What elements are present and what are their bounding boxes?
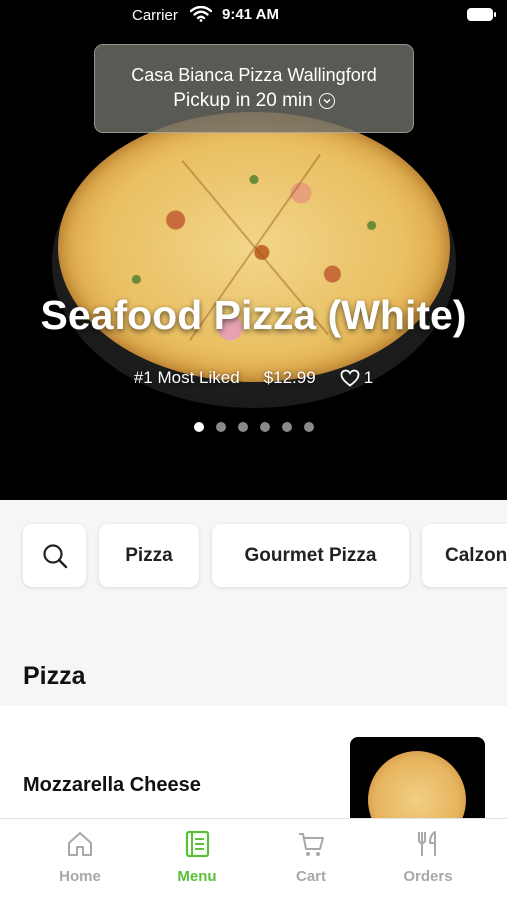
tab-orders[interactable]: Orders xyxy=(378,829,478,899)
search-icon xyxy=(42,543,67,568)
featured-price: $12.99 xyxy=(263,368,316,387)
page-dot[interactable] xyxy=(259,422,270,432)
category-tab-pizza[interactable]: Pizza xyxy=(99,524,199,587)
cart-icon xyxy=(299,833,324,856)
fork-knife-icon xyxy=(418,831,436,856)
featured-pizza-image xyxy=(58,112,450,382)
menu-item[interactable]: Mozzarella Cheese xyxy=(0,706,507,837)
status-bar: Carrier 9:41 AM xyxy=(0,0,507,30)
featured-dish-meta: #1 Most Liked $12.99 1 xyxy=(0,368,507,388)
category-tab-gourmet-pizza[interactable]: Gourmet Pizza xyxy=(212,524,409,587)
search-button[interactable] xyxy=(23,524,86,587)
tab-home[interactable]: Home xyxy=(30,829,130,899)
tab-label: Menu xyxy=(177,868,217,885)
page-dot[interactable] xyxy=(215,422,226,432)
featured-hero[interactable]: Carrier 9:41 AM Casa Bianca Pizza Wallin… xyxy=(0,0,507,500)
pickup-time-row: Pickup in 20 min xyxy=(95,90,413,112)
battery-icon xyxy=(467,8,496,21)
tab-label: Cart xyxy=(295,868,326,885)
home-icon xyxy=(68,832,92,856)
heart-icon xyxy=(340,369,360,387)
like-button[interactable]: 1 xyxy=(340,368,373,388)
bottom-tab-bar: Home Menu Cart Orders xyxy=(0,818,507,900)
tab-menu[interactable]: Menu xyxy=(147,829,247,899)
popularity-badge: #1 Most Liked xyxy=(133,368,240,387)
page-dot[interactable] xyxy=(237,422,248,432)
wifi-icon xyxy=(190,6,212,22)
featured-dish-title: Seafood Pizza (White) xyxy=(40,292,467,338)
category-bar[interactable]: Pizza Gourmet Pizza Calzon xyxy=(0,500,507,610)
menu-item-name: Mozzarella Cheese xyxy=(23,774,201,796)
tab-label: Orders xyxy=(403,868,453,885)
section-title: Pizza xyxy=(23,662,86,690)
clock: 9:41 AM xyxy=(222,6,279,23)
pickup-time: Pickup in 20 min xyxy=(173,90,313,111)
page-dot[interactable] xyxy=(281,422,292,432)
page-dot[interactable] xyxy=(303,422,314,432)
page-dot[interactable] xyxy=(193,422,204,432)
store-name: Casa Bianca Pizza Wallingford xyxy=(131,65,377,85)
tab-label: Home xyxy=(59,868,101,885)
carousel-page-indicator[interactable] xyxy=(0,422,507,432)
carrier-label: Carrier xyxy=(132,7,178,24)
tab-cart[interactable]: Cart xyxy=(261,829,361,899)
like-count: 1 xyxy=(363,368,374,387)
menu-book-icon xyxy=(185,830,210,858)
store-selector[interactable]: Casa Bianca Pizza Wallingford Pickup in … xyxy=(94,44,414,133)
chevron-down-icon xyxy=(318,93,335,109)
category-tab-calzone[interactable]: Calzon xyxy=(422,524,507,587)
